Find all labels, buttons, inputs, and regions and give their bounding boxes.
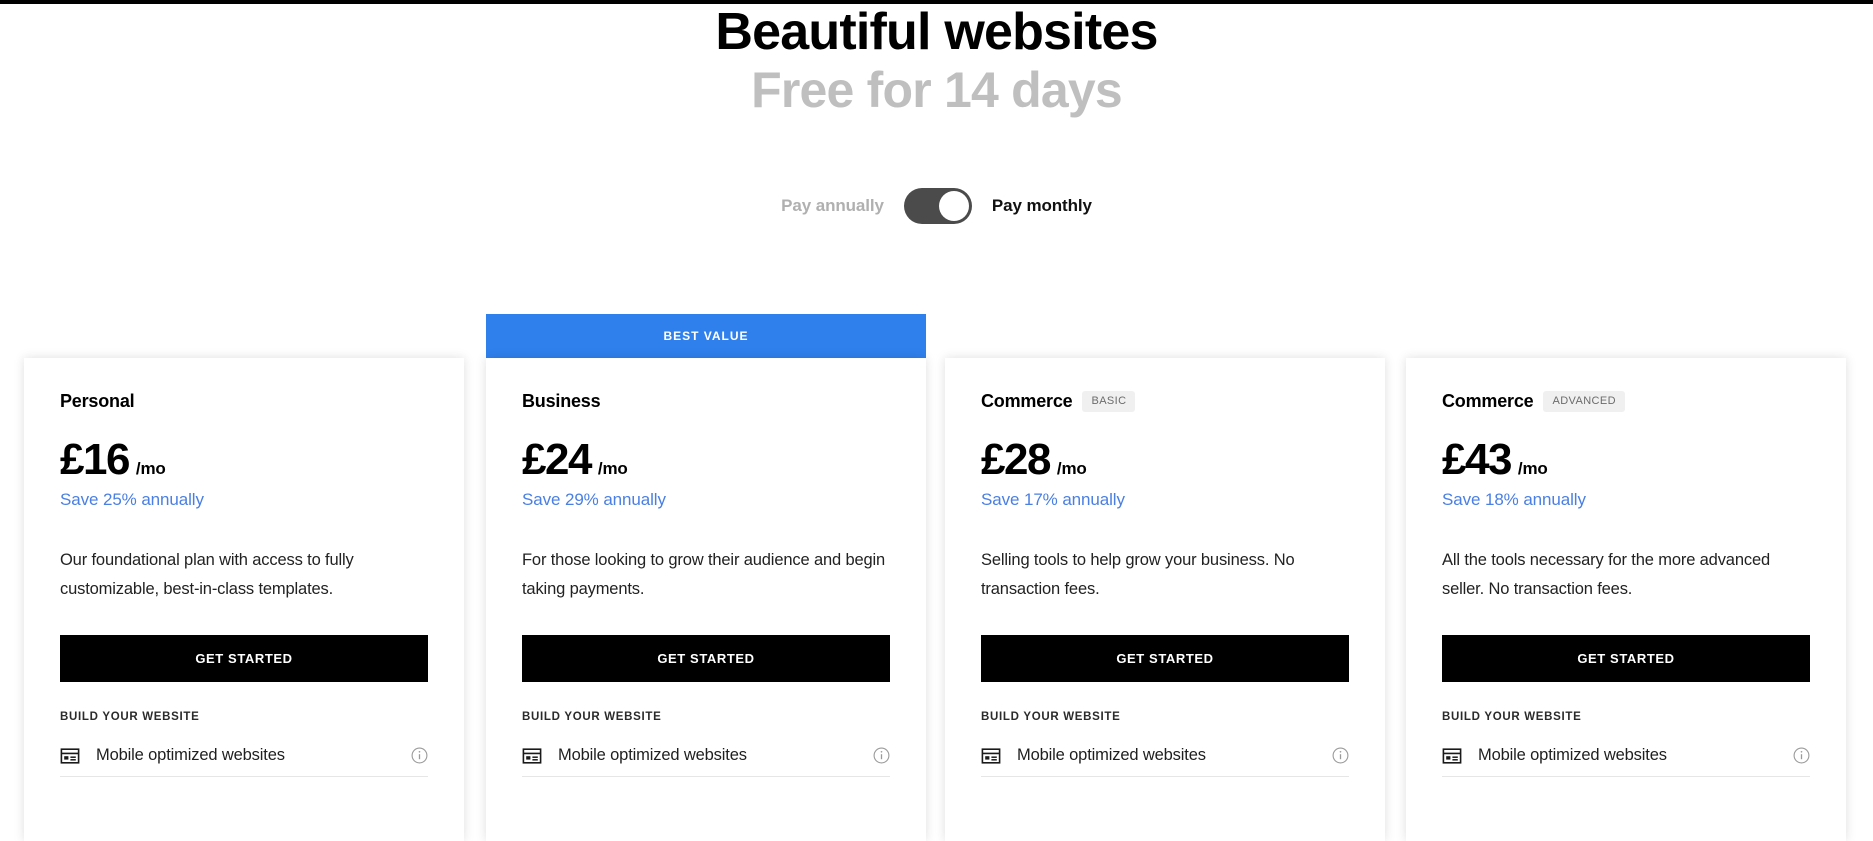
info-icon[interactable] <box>1793 747 1810 764</box>
info-icon[interactable] <box>411 747 428 764</box>
feature-row: Mobile optimized websites <box>60 735 428 777</box>
plan-save-note[interactable]: Save 18% annually <box>1442 490 1810 510</box>
plan-name: Commerce <box>1442 390 1534 411</box>
page-subtitle: Free for 14 days <box>751 62 1123 118</box>
plan-description: All the tools necessary for the more adv… <box>1442 551 1771 598</box>
plan-price-period: /mo <box>597 459 628 478</box>
feature-label: Mobile optimized websites <box>558 746 747 764</box>
feature-row: Mobile optimized websites <box>981 735 1349 777</box>
browser-window-icon <box>981 746 1001 766</box>
feature-label: Mobile optimized websites <box>96 746 285 764</box>
get-started-button[interactable]: GET STARTED <box>1442 635 1810 682</box>
plan-card-commerce-advanced: Commerce ADVANCED £43 /mo Save 18% annua… <box>1406 314 1846 841</box>
best-value-banner: BEST VALUE <box>486 314 926 358</box>
browser-window-icon <box>522 746 542 766</box>
feature-label: Mobile optimized websites <box>1478 746 1667 764</box>
plan-header: Commerce BASIC <box>981 388 1349 414</box>
plan-price-period: /mo <box>1517 459 1548 478</box>
plan-card-business: BEST VALUE Business £24 /mo Save 29% ann… <box>486 314 926 841</box>
feature-row: Mobile optimized websites <box>1442 735 1810 777</box>
feature-group-title: BUILD YOUR WEBSITE <box>60 711 200 723</box>
plan-card-body: Commerce BASIC £28 /mo Save 17% annually… <box>945 358 1385 841</box>
plan-price: £28 <box>981 435 1051 484</box>
plan-name: Commerce <box>981 390 1073 411</box>
plan-save-note[interactable]: Save 29% annually <box>522 490 890 510</box>
billing-monthly-label[interactable]: Pay monthly <box>992 196 1092 216</box>
browser-window-icon <box>60 746 80 766</box>
plan-description: Selling tools to help grow your business… <box>981 551 1295 598</box>
plan-price: £43 <box>1442 435 1512 484</box>
feature-label: Mobile optimized websites <box>1017 746 1206 764</box>
feature-group-title: BUILD YOUR WEBSITE <box>1442 711 1582 723</box>
plan-price-row: £16 /mo <box>60 438 428 482</box>
plan-name: Personal <box>60 390 135 411</box>
plan-header: Commerce ADVANCED <box>1442 388 1810 414</box>
plan-price-period: /mo <box>1056 459 1087 478</box>
feature-group-title: BUILD YOUR WEBSITE <box>522 711 662 723</box>
plan-price: £16 <box>60 435 130 484</box>
plan-price-period: /mo <box>135 459 166 478</box>
plan-card-personal: Personal £16 /mo Save 25% annually Our f… <box>24 314 464 841</box>
page-title: Beautiful websites <box>715 3 1158 61</box>
get-started-button[interactable]: GET STARTED <box>981 635 1349 682</box>
get-started-button[interactable]: GET STARTED <box>60 635 428 682</box>
feature-row: Mobile optimized websites <box>522 735 890 777</box>
plan-description: Our foundational plan with access to ful… <box>60 551 354 598</box>
plan-price-row: £24 /mo <box>522 438 890 482</box>
plan-badge: BASIC <box>1082 390 1136 412</box>
pricing-cards: Personal £16 /mo Save 25% annually Our f… <box>0 314 1873 841</box>
billing-toggle-knob <box>938 191 969 221</box>
billing-annual-label[interactable]: Pay annually <box>781 196 884 216</box>
billing-toggle[interactable] <box>903 188 972 224</box>
pricing-page: Beautiful websites Free for 14 days Pay … <box>0 0 1873 841</box>
plan-name: Business <box>522 390 601 411</box>
billing-period-switcher: Pay annually Pay monthly <box>0 188 1873 224</box>
plan-price: £24 <box>522 435 592 484</box>
get-started-button[interactable]: GET STARTED <box>522 635 890 682</box>
plan-card-body: Business £24 /mo Save 29% annually For t… <box>486 358 926 841</box>
info-icon[interactable] <box>1332 747 1349 764</box>
plan-price-row: £28 /mo <box>981 438 1349 482</box>
feature-group-title: BUILD YOUR WEBSITE <box>981 711 1121 723</box>
plan-save-note[interactable]: Save 25% annually <box>60 490 428 510</box>
plan-price-row: £43 /mo <box>1442 438 1810 482</box>
browser-window-icon <box>1442 746 1462 766</box>
plan-card-body: Commerce ADVANCED £43 /mo Save 18% annua… <box>1406 358 1846 841</box>
plan-header: Business <box>522 388 890 414</box>
plan-badge: ADVANCED <box>1543 390 1625 412</box>
plan-save-note[interactable]: Save 17% annually <box>981 490 1349 510</box>
plan-header: Personal <box>60 388 428 414</box>
hero-section: Beautiful websites Free for 14 days <box>0 4 1873 118</box>
plan-card-commerce-basic: Commerce BASIC £28 /mo Save 17% annually… <box>945 314 1385 841</box>
plan-description: For those looking to grow their audience… <box>522 551 886 598</box>
info-icon[interactable] <box>873 747 890 764</box>
plan-card-body: Personal £16 /mo Save 25% annually Our f… <box>24 358 464 841</box>
